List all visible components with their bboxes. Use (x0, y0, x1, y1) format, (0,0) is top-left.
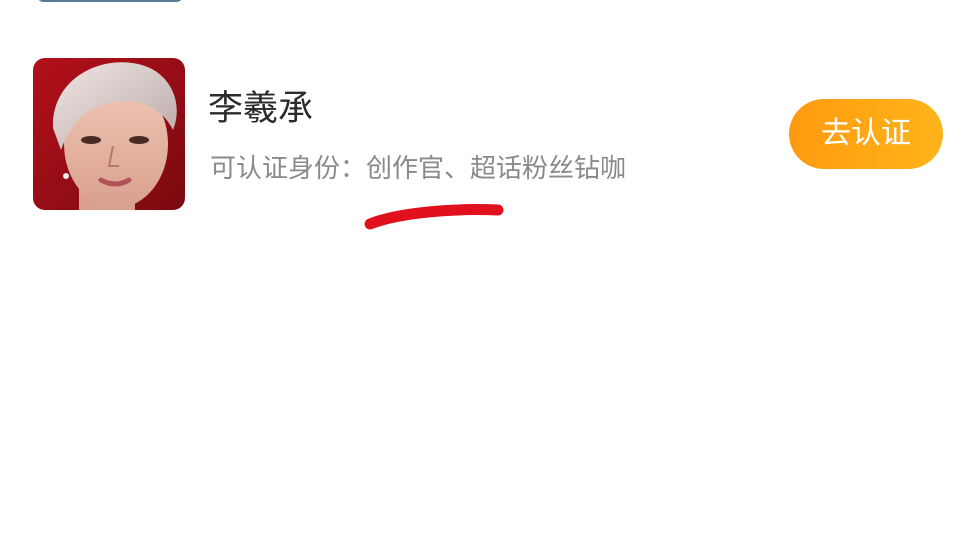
identity-text: 可认证身份：创作官、超话粉丝钻咖 (210, 154, 627, 184)
certification-row: 李羲承 可认证身份：创作官、超话粉丝钻咖 去认证 (0, 0, 974, 260)
red-underline-annotation (364, 204, 504, 230)
avatar-photo (33, 58, 185, 210)
user-name: 李羲承 (208, 89, 314, 129)
go-certify-button[interactable]: 去认证 (789, 99, 943, 169)
avatar (33, 58, 185, 210)
